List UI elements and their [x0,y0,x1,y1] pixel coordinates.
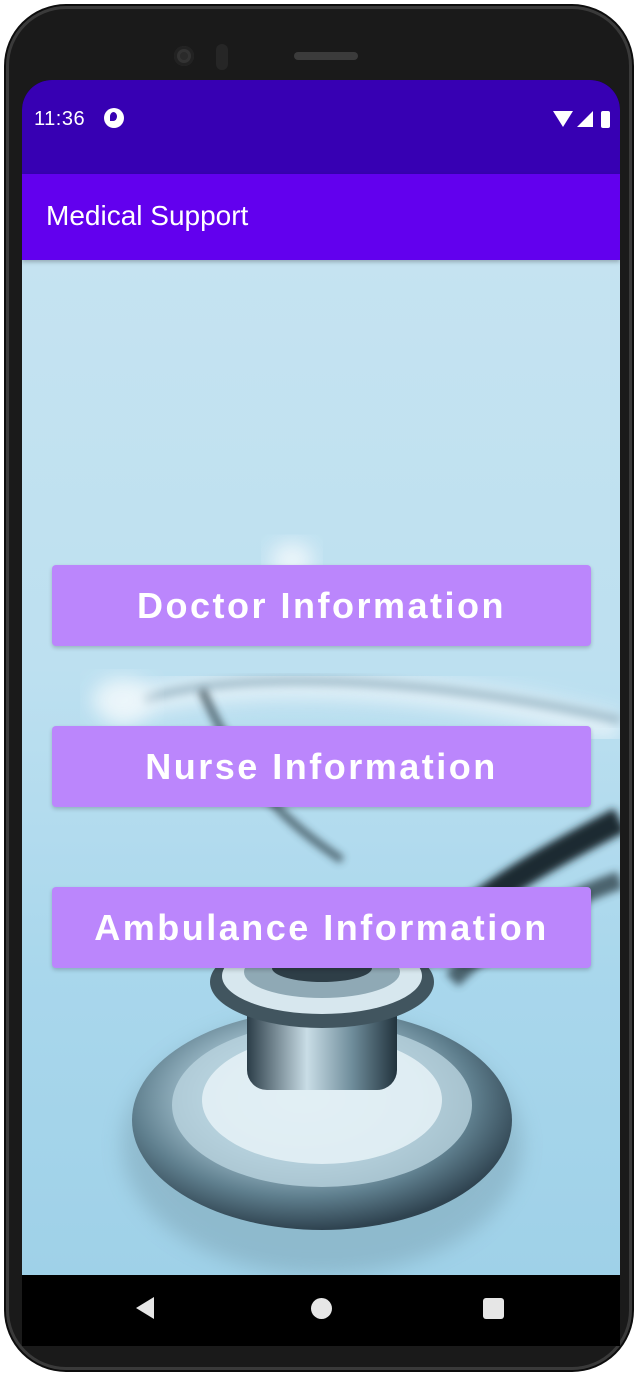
status-bar: 11:36 [22,80,620,174]
ambulance-information-button[interactable]: Ambulance Information [52,887,591,968]
battery-icon [601,110,610,128]
speaker-grille [294,52,358,60]
app-bar: Medical Support [22,174,620,260]
app-title: Medical Support [46,200,249,231]
doctor-information-button[interactable]: Doctor Information [52,565,591,646]
device-screen: 11:36 Medical Support Doctor Information… [22,80,620,1346]
recents-icon[interactable] [483,1298,504,1319]
app-notification-icon [104,108,124,128]
wifi-icon [553,111,573,127]
main-content: Doctor Information Nurse Information Amb… [22,260,620,1275]
sensor [216,44,228,70]
status-icons [553,108,610,130]
home-icon[interactable] [311,1298,332,1319]
system-navigation-bar [22,1275,620,1346]
page: 11:36 Medical Support Doctor Information… [0,0,637,1374]
signal-icon [577,111,593,127]
back-icon[interactable] [136,1297,154,1319]
status-time: 11:36 [34,108,86,130]
nurse-information-button[interactable]: Nurse Information [52,726,591,807]
camera-icon [174,46,194,66]
